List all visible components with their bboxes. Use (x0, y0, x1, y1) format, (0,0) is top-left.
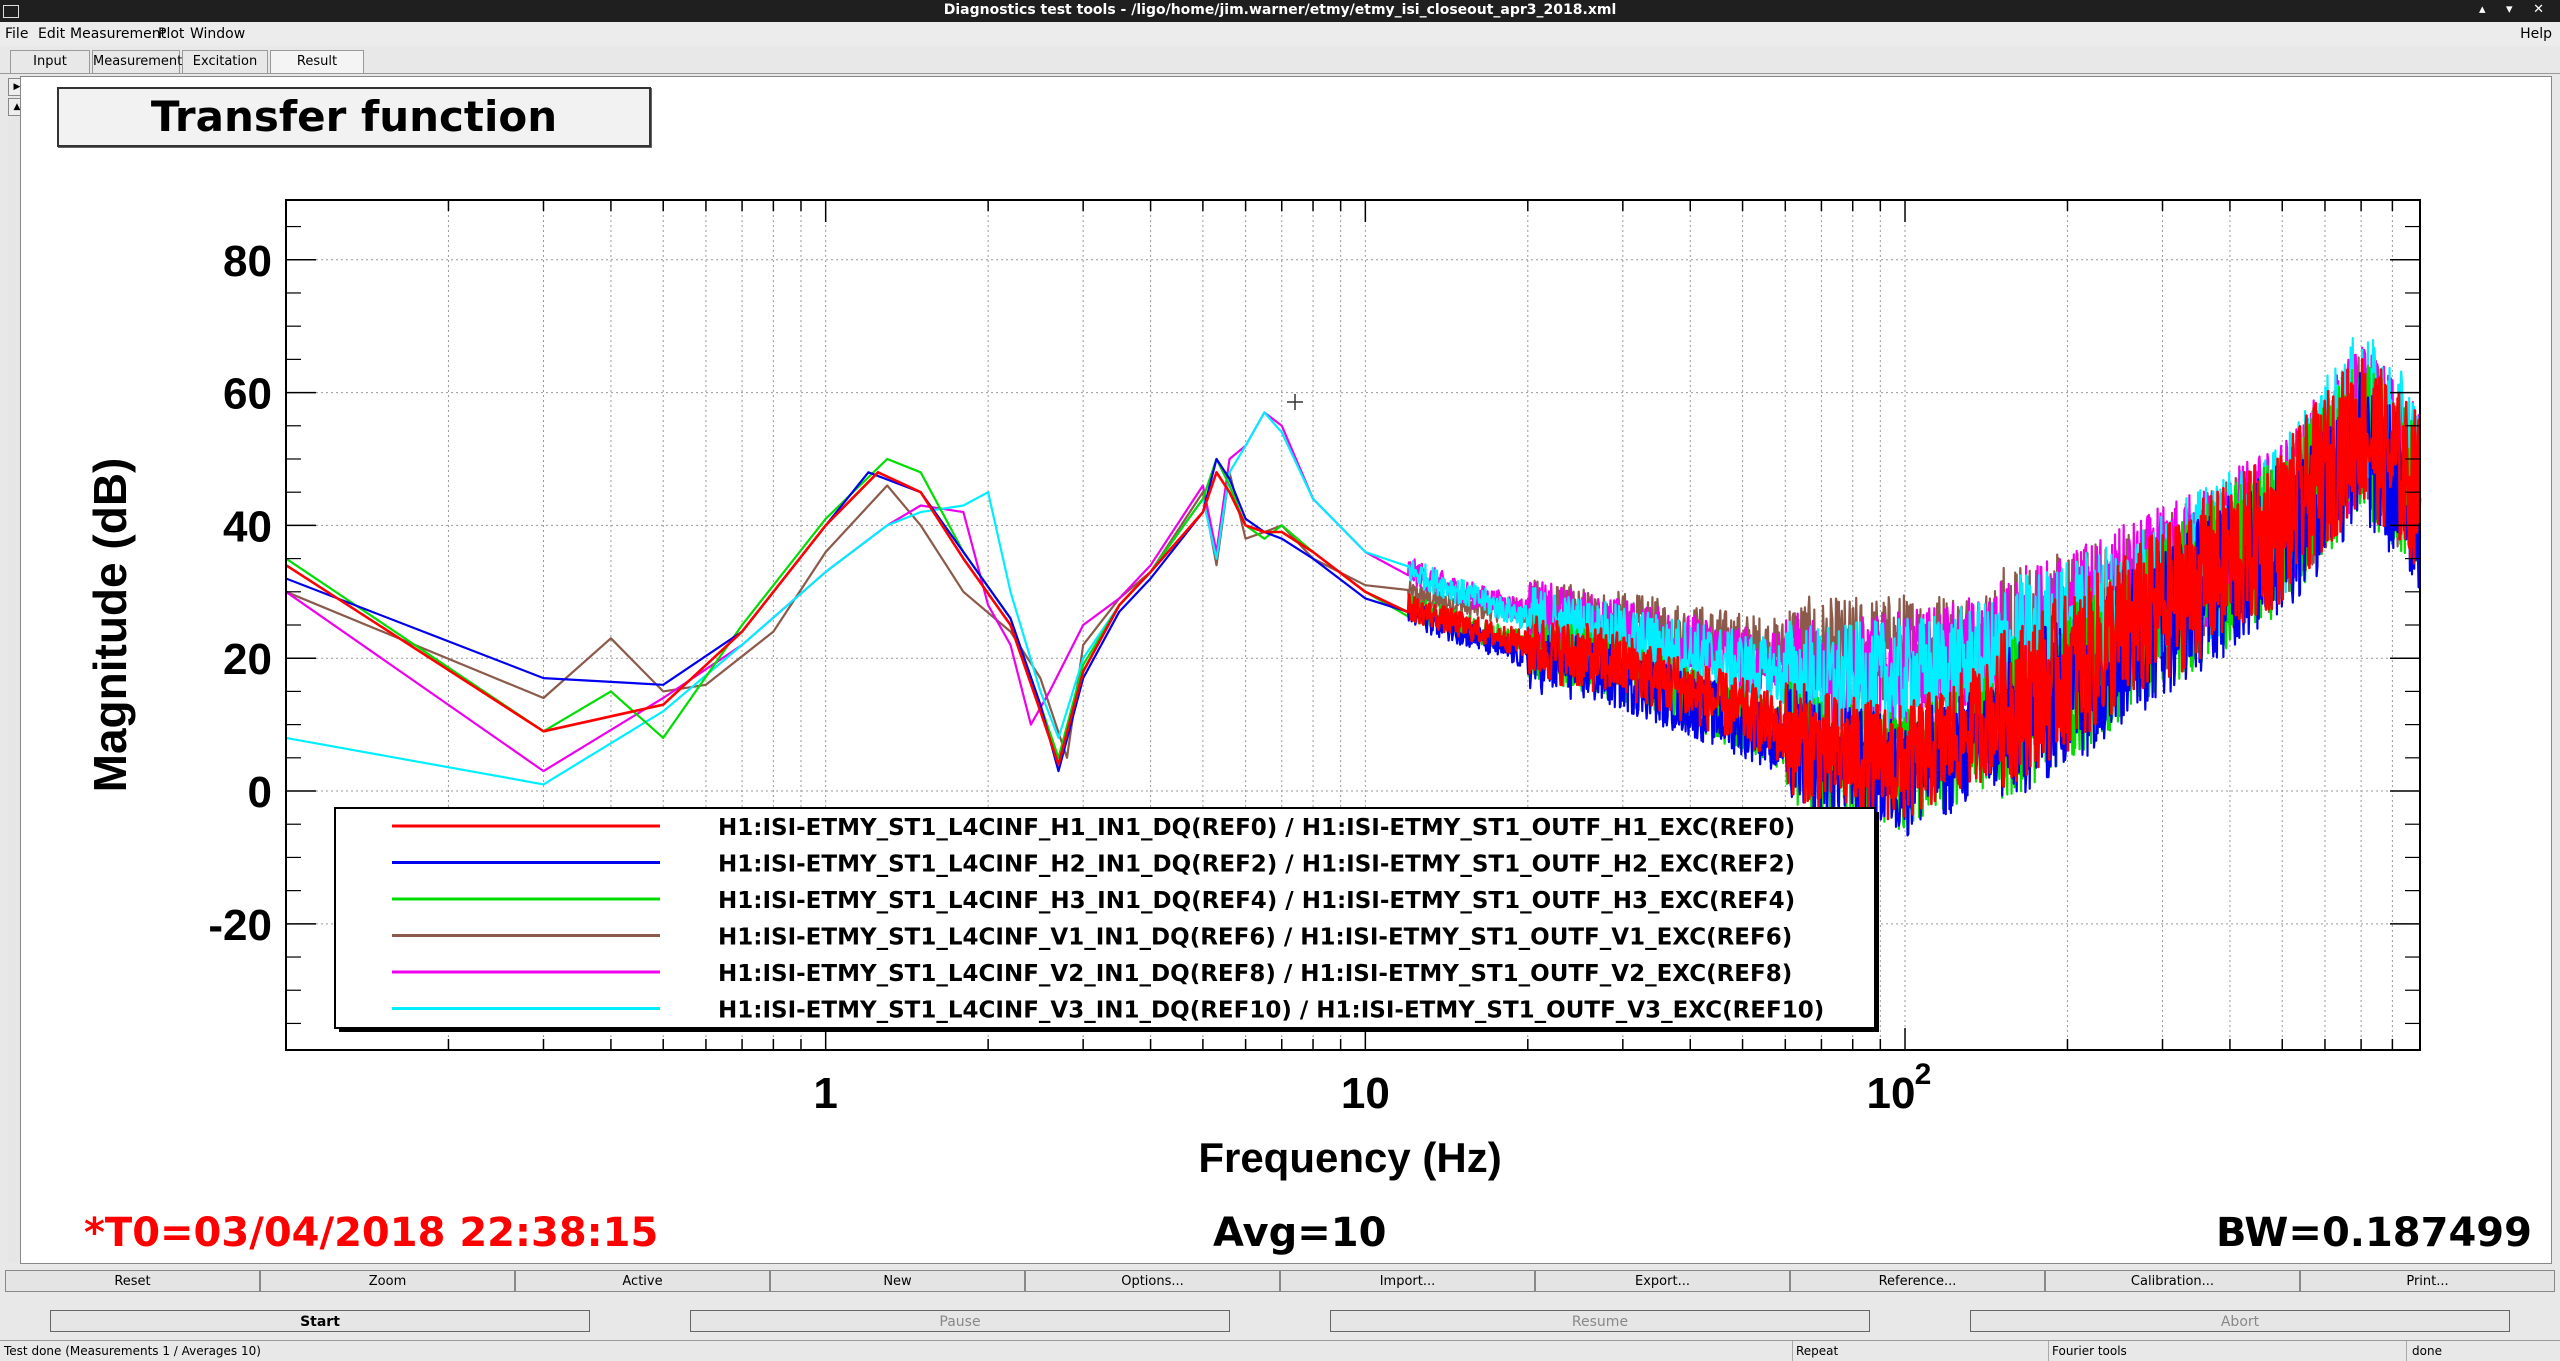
legend-entry: H1:ISI-ETMY_ST1_L4CINF_H3_IN1_DQ(REF4) /… (718, 888, 1795, 914)
status-separator (2048, 1341, 2049, 1361)
x-axis-label: Frequency (Hz) (1198, 1134, 1501, 1181)
status-done: done (2412, 1344, 2442, 1358)
x-tick-label: 10 (1867, 1069, 1916, 1118)
y-axis-label: Magnitude (dB) (84, 458, 136, 793)
bw-label: BW=0.187499 (2216, 1210, 2532, 1256)
y-tick-label: 20 (223, 635, 272, 684)
y-tick-label: 60 (223, 370, 272, 419)
x-tick-exponent: 2 (1915, 1058, 1932, 1091)
import-button[interactable]: Import... (1280, 1270, 1535, 1292)
reset-button[interactable]: Reset (5, 1270, 260, 1292)
transfer-function-chart[interactable]: -200204060801 10 10 2 Frequency (Hz) Magnit… (0, 0, 2560, 1300)
start-button[interactable]: Start (50, 1310, 590, 1332)
series-lines (285, 337, 2422, 837)
legend-entry: H1:ISI-ETMY_ST1_L4CINF_H2_IN1_DQ(REF2) /… (718, 852, 1795, 878)
t0-label: *T0=03/04/2018 22:38:15 (84, 1210, 659, 1256)
new-button[interactable]: New (770, 1270, 1025, 1292)
plot-button-row: Reset Zoom Active New Options... Import.… (5, 1270, 2557, 1294)
x-tick-label: 1 (813, 1069, 837, 1118)
status-separator (2406, 1341, 2407, 1361)
legend-box (334, 807, 1876, 1029)
options-button[interactable]: Options... (1025, 1270, 1280, 1292)
export-button[interactable]: Export... (1535, 1270, 1790, 1292)
status-separator (1792, 1341, 1793, 1361)
y-tick-label: 80 (223, 237, 272, 286)
pause-button[interactable]: Pause (690, 1310, 1230, 1332)
legend-entry: H1:ISI-ETMY_ST1_L4CINF_V1_IN1_DQ(REF6) /… (718, 925, 1792, 951)
abort-button[interactable]: Abort (1970, 1310, 2510, 1332)
legend-entry: H1:ISI-ETMY_ST1_L4CINF_V3_IN1_DQ(REF10) … (718, 998, 1824, 1024)
zoom-button[interactable]: Zoom (260, 1270, 515, 1292)
active-button[interactable]: Active (515, 1270, 770, 1292)
y-tick-label: 0 (248, 768, 272, 817)
status-bar: Test done (Measurements 1 / Averages 10)… (0, 1340, 2560, 1361)
legend: H1:ISI-ETMY_ST1_L4CINF_H1_IN1_DQ(REF0) /… (334, 807, 1879, 1032)
control-row: Start Pause Resume Abort (0, 1310, 2560, 1332)
calibration-button[interactable]: Calibration... (2045, 1270, 2300, 1292)
resume-button[interactable]: Resume (1330, 1310, 1870, 1332)
status-fourier: Fourier tools (2052, 1344, 2127, 1358)
y-tick-label: 40 (223, 502, 272, 551)
cursor-crosshair-icon (1287, 394, 1303, 410)
x-tick-label: 10 (1341, 1069, 1390, 1118)
status-repeat: Repeat (1796, 1344, 1839, 1358)
print-button[interactable]: Print... (2300, 1270, 2555, 1292)
status-message: Test done (Measurements 1 / Averages 10) (4, 1344, 261, 1358)
reference-button[interactable]: Reference... (1790, 1270, 2045, 1292)
avg-label: Avg=10 (1213, 1210, 1387, 1256)
legend-entry: H1:ISI-ETMY_ST1_L4CINF_H1_IN1_DQ(REF0) /… (718, 815, 1795, 841)
y-tick-label: -20 (208, 901, 272, 950)
legend-entry: H1:ISI-ETMY_ST1_L4CINF_V2_IN1_DQ(REF8) /… (718, 961, 1792, 987)
